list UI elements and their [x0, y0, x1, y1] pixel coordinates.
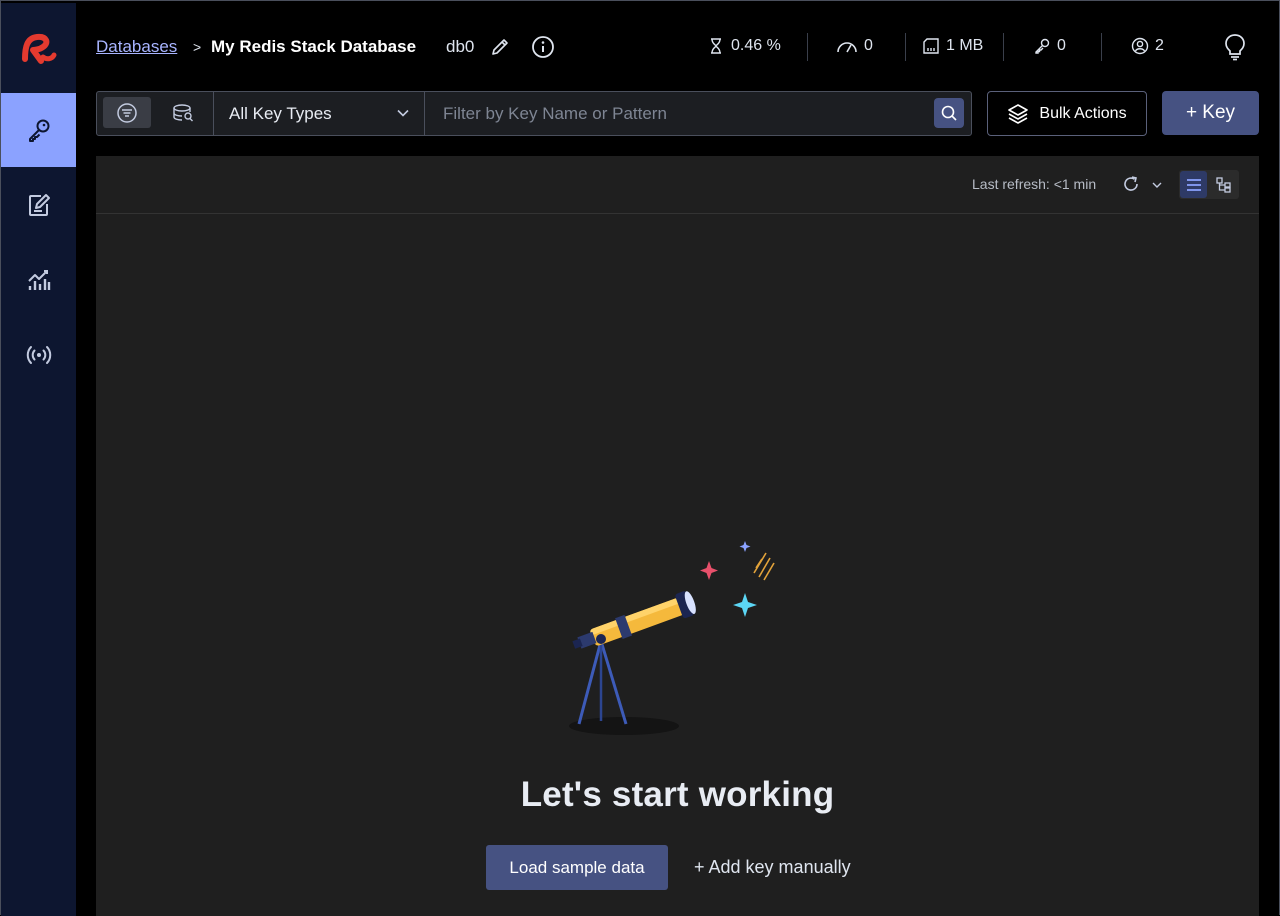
memory-icon [923, 38, 939, 54]
tree-icon [1215, 176, 1231, 193]
refresh-button[interactable] [1121, 174, 1141, 199]
speedometer-icon [837, 42, 857, 53]
list-icon [1186, 178, 1201, 191]
stat-cpu-value: 0.46 % [731, 37, 781, 54]
nav-browser[interactable] [1, 93, 76, 167]
chevron-down-icon [397, 109, 409, 117]
search-icon [941, 105, 957, 121]
database-search-icon [173, 103, 193, 121]
empty-state-title: Let's start working [520, 775, 835, 814]
stat-keys-value: 0 [1057, 37, 1066, 54]
panel-toolbar: Last refresh: <1 min [96, 156, 1259, 214]
telescope-illustration [569, 541, 775, 735]
chart-icon [27, 270, 50, 290]
header: Databases > My Redis Stack Database db0 … [76, 3, 1280, 89]
stat-memory-value: 1 MB [946, 37, 984, 54]
key-type-select[interactable]: All Key Types [213, 92, 425, 135]
redis-logo[interactable] [19, 29, 59, 69]
broadcast-icon [26, 346, 51, 364]
nav-analysis[interactable] [1, 243, 76, 317]
view-switch [1179, 170, 1239, 199]
bulk-actions-label: Bulk Actions [1039, 104, 1127, 122]
db-index: db0 [446, 37, 475, 56]
last-refresh-label: Last refresh: <1 min [972, 176, 1097, 192]
load-sample-data-button[interactable]: Load sample data [486, 845, 668, 890]
filter-bar: All Key Types [96, 91, 972, 136]
breadcrumb-databases-link[interactable]: Databases [96, 37, 177, 57]
tree-view-button[interactable] [1210, 171, 1237, 198]
stat-memory: 1 MB [922, 37, 983, 55]
edit-icon [28, 194, 50, 216]
key-type-value: All Key Types [229, 103, 332, 123]
auto-refresh-dropdown[interactable] [1151, 178, 1163, 196]
database-name: My Redis Stack Database [211, 37, 417, 56]
stat-clients: 2 [1131, 37, 1164, 55]
filter-mode-button[interactable] [103, 97, 151, 128]
nav-workbench[interactable] [1, 168, 76, 242]
filter-input[interactable] [427, 93, 945, 135]
search-mode-button[interactable] [159, 97, 207, 128]
bulk-actions-button[interactable]: Bulk Actions [987, 91, 1147, 136]
stat-ops: 0 [836, 37, 873, 55]
sidebar [1, 3, 76, 916]
key-icon [1035, 38, 1050, 54]
info-icon[interactable] [531, 35, 555, 59]
filter-icon [117, 102, 137, 123]
breadcrumb-separator: > [193, 39, 202, 55]
add-key-button[interactable]: + Key [1162, 91, 1259, 135]
lightbulb-icon[interactable] [1224, 33, 1246, 61]
stat-ops-value: 0 [864, 37, 873, 54]
key-icon [28, 119, 49, 142]
list-view-button[interactable] [1180, 171, 1207, 198]
hourglass-icon [711, 38, 721, 54]
stat-cpu: 0.46 % [707, 37, 781, 55]
search-button[interactable] [934, 98, 964, 128]
user-icon [1131, 37, 1149, 55]
key-list-panel: Last refresh: <1 min Let's start working… [96, 156, 1259, 916]
stat-clients-value: 2 [1155, 37, 1164, 54]
layers-icon [1008, 103, 1029, 124]
pencil-icon[interactable] [490, 37, 510, 57]
add-key-manually-link[interactable]: + Add key manually [694, 857, 851, 878]
stat-keys: 0 [1033, 37, 1066, 55]
chevron-down-icon [1152, 182, 1162, 188]
nav-pubsub[interactable] [1, 318, 76, 392]
refresh-icon [1124, 176, 1138, 191]
